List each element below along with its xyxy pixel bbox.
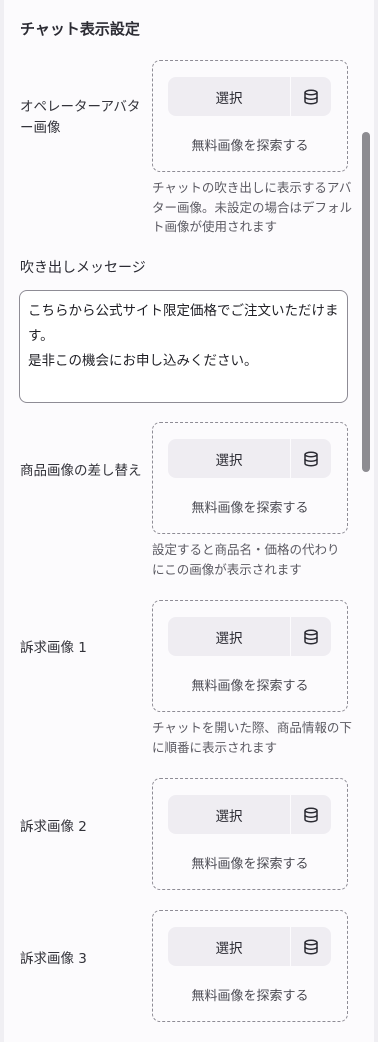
appeal-image-1-free-images-link[interactable]: 無料画像を探索する [153,675,347,694]
appeal-image-1-select-button[interactable]: 選択 [168,617,290,656]
appeal-image-3-select-button[interactable]: 選択 [168,927,290,966]
product-image-select-button[interactable]: 選択 [168,439,290,478]
chat-display-settings-panel: チャット表示設定 オペレーターアバター画像 選択 無料画像を探索する チャットの… [4,0,374,1042]
database-icon [304,939,318,955]
appeal-image-2-uploader[interactable]: 選択 無料画像を探索する [152,778,348,890]
operator-avatar-label: オペレーターアバター画像 [20,99,141,136]
product-image-uploader[interactable]: 選択 無料画像を探索する [152,422,348,534]
appeal-image-1-help: チャットを開いた際、商品情報の下に順番に表示されます [152,720,352,755]
appeal-image-3-library-button[interactable] [291,927,331,966]
database-icon [304,89,318,105]
appeal-image-3-uploader[interactable]: 選択 無料画像を探索する [152,910,348,1022]
appeal-image-3-free-images-link[interactable]: 無料画像を探索する [153,985,347,1004]
operator-avatar-select-button[interactable]: 選択 [168,77,290,116]
appeal-image-2-library-button[interactable] [291,795,331,834]
operator-avatar-help: チャットの吹き出しに表示するアバター画像。未設定の場合はデフォルト画像が使用され… [152,180,353,234]
appeal-image-1-library-button[interactable] [291,617,331,656]
product-image-free-images-link[interactable]: 無料画像を探索する [153,497,347,516]
database-icon [304,629,318,645]
appeal-image-2-free-images-link[interactable]: 無料画像を探索する [153,853,347,872]
operator-avatar-uploader[interactable]: 選択 無料画像を探索する [152,60,348,172]
section-title: チャット表示設定 [20,20,140,38]
appeal-image-2-select-button[interactable]: 選択 [168,795,290,834]
product-image-library-button[interactable] [291,439,331,478]
appeal-image-3-label: 訴求画像 3 [20,951,87,967]
product-image-help: 設定すると商品名・価格の代わりにこの画像が表示されます [152,542,340,577]
bubble-message-textarea[interactable]: こちらから公式サイト限定価格でご注文いただけます。 是非この機会にお申し込みくだ… [19,290,348,403]
appeal-image-1-uploader[interactable]: 選択 無料画像を探索する [152,600,348,712]
appeal-image-2-label: 訴求画像 2 [20,819,87,835]
bubble-message-label: 吹き出しメッセージ [20,260,146,276]
scrollbar-thumb[interactable] [362,132,370,472]
appeal-image-1-label: 訴求画像 1 [20,640,87,656]
operator-avatar-free-images-link[interactable]: 無料画像を探索する [153,135,347,154]
database-icon [304,807,318,823]
database-icon [304,451,318,467]
operator-avatar-library-button[interactable] [291,77,331,116]
product-image-label: 商品画像の差し替え [20,463,142,479]
